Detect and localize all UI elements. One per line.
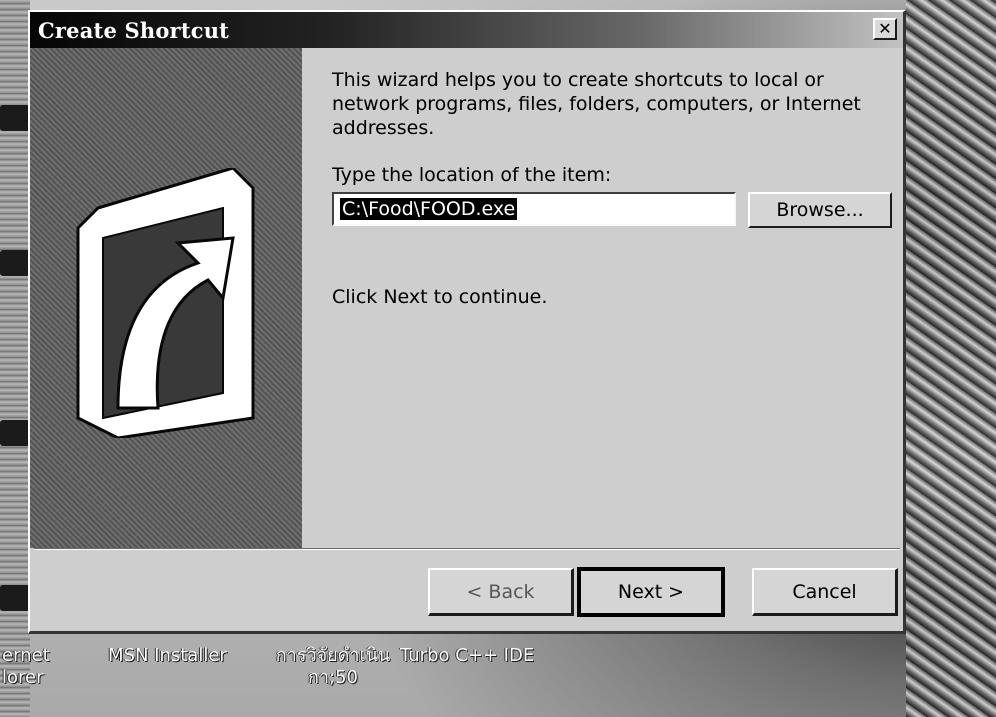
desktop-icon-label: lorer [2, 667, 44, 688]
desktop-wallpaper-right [906, 0, 996, 717]
create-shortcut-dialog: Create Shortcut ✕ This wizard helps you … [28, 10, 906, 634]
wizard-content: This wizard helps you to create shortcut… [332, 68, 892, 308]
cancel-button[interactable]: Cancel [752, 568, 898, 616]
close-button[interactable]: ✕ [873, 18, 897, 40]
location-row: C:\Food\FOOD.exe Browse... [332, 192, 892, 230]
desktop-icon-fragment[interactable] [0, 585, 30, 611]
desktop-icon-label: การวิจัยดำเนิน [275, 645, 391, 666]
shortcut-arrow-icon [76, 168, 255, 438]
intro-text: This wizard helps you to create shortcut… [332, 69, 861, 139]
browse-button[interactable]: Browse... [748, 192, 892, 228]
desktop-icon-label: MSN Installer [108, 645, 227, 666]
desktop-icon-fragment[interactable] [0, 105, 30, 131]
desktop-icon-label: กา;50 [308, 667, 358, 688]
desktop-icon-label: ernet [2, 645, 50, 666]
next-button[interactable]: Next > [577, 567, 725, 617]
continue-instruction: Click Next to continue. [332, 286, 548, 308]
dialog-title: Create Shortcut [38, 17, 230, 43]
footer-separator [34, 548, 900, 550]
desktop-icon-turbo-cpp[interactable]: Turbo C++ IDE [400, 645, 534, 667]
desktop-icon-labels: ernet lorer MSN Installer การวิจัยดำเนิน… [0, 645, 996, 717]
desktop-icon-msn-installer[interactable]: MSN Installer [108, 645, 227, 667]
location-input-value: C:\Food\FOOD.exe [340, 198, 518, 220]
title-bar[interactable]: Create Shortcut ✕ [30, 12, 903, 48]
location-label: Type the location of the item: [332, 164, 612, 186]
desktop-icon-thai-document[interactable]: การวิจัยดำเนิน กา;50 [268, 645, 398, 689]
desktop-icon-fragment[interactable] [0, 420, 30, 446]
desktop-icon-internet-explorer[interactable]: ernet lorer [2, 645, 50, 689]
location-input[interactable]: C:\Food\FOOD.exe [332, 192, 736, 226]
back-button[interactable]: < Back [428, 568, 574, 616]
wizard-banner [30, 48, 302, 548]
close-icon: ✕ [878, 19, 892, 38]
desktop-icon-label: Turbo C++ IDE [400, 645, 535, 666]
desktop-icon-fragment[interactable] [0, 250, 30, 276]
